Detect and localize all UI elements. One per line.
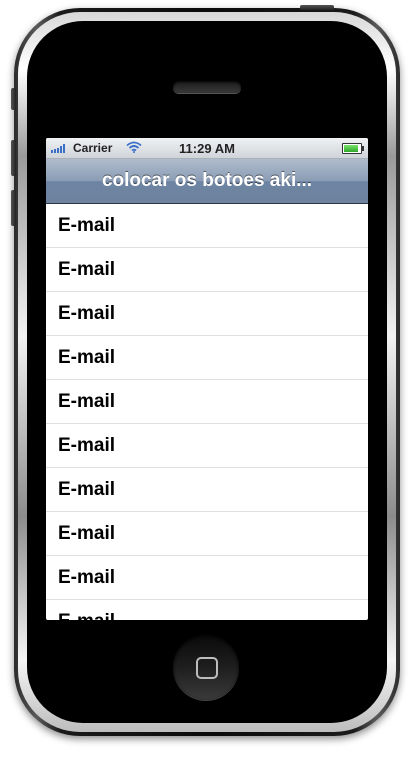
- table-row[interactable]: E-mail: [46, 292, 368, 336]
- navigation-bar: colocar os botoes aki...: [46, 159, 368, 204]
- volume-up-button[interactable]: [11, 140, 16, 176]
- row-label: E-mail: [58, 302, 116, 324]
- screen: Carrier 11:29 AM colocar os botoes aki..…: [46, 138, 368, 620]
- table-row[interactable]: E-mail: [46, 468, 368, 512]
- earpiece-speaker: [173, 81, 241, 93]
- table-row[interactable]: E-mail: [46, 424, 368, 468]
- table-row[interactable]: E-mail: [46, 512, 368, 556]
- table-row[interactable]: E-mail: [46, 556, 368, 600]
- table-row[interactable]: E-mail: [46, 248, 368, 292]
- status-bar: Carrier 11:29 AM: [46, 138, 368, 159]
- table-row[interactable]: E-mail: [46, 380, 368, 424]
- table-row[interactable]: E-mail: [46, 600, 368, 621]
- sleep-button[interactable]: [300, 5, 334, 10]
- home-button-icon: [196, 657, 218, 679]
- volume-down-button[interactable]: [11, 190, 16, 226]
- mute-switch[interactable]: [11, 88, 16, 110]
- table-row[interactable]: E-mail: [46, 336, 368, 380]
- row-label: E-mail: [58, 434, 116, 456]
- table-view[interactable]: E-mail E-mail E-mail E-mail E-mail E-mai…: [46, 204, 368, 620]
- row-label: E-mail: [58, 522, 116, 544]
- row-label: E-mail: [58, 214, 116, 236]
- row-label: E-mail: [58, 611, 115, 621]
- row-label: E-mail: [58, 566, 116, 588]
- row-label: E-mail: [58, 478, 116, 500]
- status-time: 11:29 AM: [179, 141, 235, 156]
- home-button[interactable]: [173, 634, 239, 700]
- row-label: E-mail: [58, 258, 116, 280]
- battery-icon: [342, 143, 364, 154]
- table-row[interactable]: E-mail: [46, 204, 368, 248]
- nav-title: colocar os botoes aki...: [101, 170, 313, 191]
- row-label: E-mail: [58, 390, 116, 412]
- row-label: E-mail: [58, 346, 116, 368]
